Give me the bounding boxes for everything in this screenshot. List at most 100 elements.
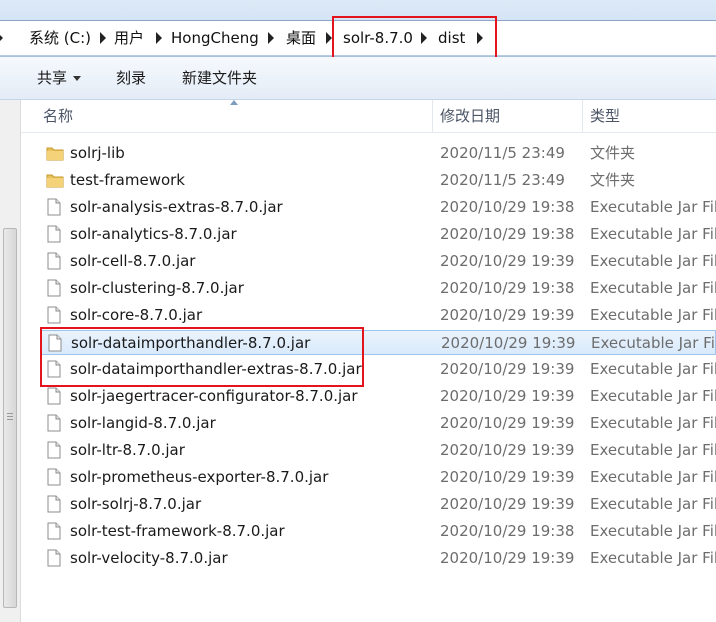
file-modified-date: 2020/10/29 19:39 xyxy=(440,495,575,513)
file-name: solr-analytics-8.7.0.jar xyxy=(70,225,237,243)
file-modified-date: 2020/10/29 19:39 xyxy=(440,360,575,378)
file-row[interactable]: solr-analysis-extras-8.7.0.jar 2020/10/29… xyxy=(40,195,716,220)
column-header-date[interactable]: 修改日期 xyxy=(440,100,500,132)
breadcrumb-item-users[interactable]: 用户 xyxy=(114,21,144,55)
file-row[interactable]: solr-cell-8.7.0.jar 2020/10/29 19:39 Execu… xyxy=(40,249,716,274)
file-row[interactable]: solr-ltr-8.7.0.jar 2020/10/29 19:39 Execut… xyxy=(40,438,716,463)
jar-file-icon xyxy=(46,225,62,243)
file-type: Executable Jar File xyxy=(590,306,716,324)
file-name: solr-core-8.7.0.jar xyxy=(70,306,203,324)
grip-line xyxy=(7,416,13,417)
file-type: Executable Jar File xyxy=(591,334,716,352)
burn-button[interactable]: 刻录 xyxy=(116,57,146,99)
file-modified-date: 2020/10/29 19:38 xyxy=(440,279,575,297)
file-type: Executable Jar File xyxy=(590,549,716,567)
breadcrumb-separator-icon[interactable] xyxy=(100,32,106,44)
jar-file-icon xyxy=(46,522,62,540)
highlight-box-path xyxy=(332,16,497,62)
file-name: solr-velocity-8.7.0.jar xyxy=(70,549,228,567)
file-modified-date: 2020/11/5 23:49 xyxy=(440,171,565,189)
folder-icon xyxy=(46,144,64,162)
file-name: solr-langid-8.7.0.jar xyxy=(70,414,216,432)
file-row[interactable]: solr-velocity-8.7.0.jar 2020/10/29 19:39 E… xyxy=(40,546,716,571)
jar-file-icon xyxy=(46,252,62,270)
file-modified-date: 2020/10/29 19:39 xyxy=(441,334,576,352)
file-modified-date: 2020/10/29 19:38 xyxy=(440,198,575,216)
file-row[interactable]: solr-clustering-8.7.0.jar 2020/10/29 19:3… xyxy=(40,276,716,301)
file-name: solr-analysis-extras-8.7.0.jar xyxy=(70,198,283,216)
new-folder-button[interactable]: 新建文件夹 xyxy=(182,57,257,99)
file-name: solr-cell-8.7.0.jar xyxy=(70,252,196,270)
column-divider[interactable] xyxy=(582,100,583,132)
scrollbar-thumb[interactable] xyxy=(3,228,17,608)
file-type: Executable Jar File xyxy=(590,495,716,513)
jar-file-icon xyxy=(46,414,62,432)
file-modified-date: 2020/10/29 19:39 xyxy=(440,468,575,486)
column-header-type[interactable]: 类型 xyxy=(590,100,620,132)
file-modified-date: 2020/10/29 19:39 xyxy=(440,252,575,270)
file-modified-date: 2020/10/29 19:39 xyxy=(440,549,575,567)
breadcrumb-item-user[interactable]: HongCheng xyxy=(171,21,259,55)
jar-file-icon xyxy=(46,441,62,459)
file-row[interactable]: solr-solrj-8.7.0.jar 2020/10/29 19:39 Exec… xyxy=(40,492,716,517)
grip-line xyxy=(7,419,13,420)
file-type: Executable Jar File xyxy=(590,198,716,216)
folder-icon xyxy=(46,171,64,189)
file-row[interactable]: solr-test-framework-8.7.0.jar 2020/10/29 … xyxy=(40,519,716,544)
breadcrumb-separator-icon[interactable] xyxy=(156,32,162,44)
file-modified-date: 2020/10/29 19:39 xyxy=(440,441,575,459)
file-type: Executable Jar File xyxy=(590,441,716,459)
file-type: Executable Jar File xyxy=(590,225,716,243)
breadcrumb-item-drive[interactable]: 系统 (C:) xyxy=(29,21,91,55)
file-name: solr-ltr-8.7.0.jar xyxy=(70,441,185,459)
file-name: solr-prometheus-exporter-8.7.0.jar xyxy=(70,468,329,486)
file-modified-date: 2020/10/29 19:39 xyxy=(440,414,575,432)
file-name: solr-jaegertracer-configurator-8.7.0.jar xyxy=(70,387,358,405)
jar-file-icon xyxy=(46,495,62,513)
file-type: Executable Jar File xyxy=(590,522,716,540)
file-row[interactable]: solr-jaegertracer-configurator-8.7.0.jar… xyxy=(40,384,716,409)
column-divider[interactable] xyxy=(432,100,433,132)
chevron-down-icon xyxy=(73,76,82,81)
file-type: 文件夹 xyxy=(590,144,636,162)
file-row[interactable]: solr-core-8.7.0.jar 2020/10/29 19:39 Execu… xyxy=(40,303,716,328)
file-modified-date: 2020/10/29 19:39 xyxy=(440,306,575,324)
highlight-box-files xyxy=(40,327,364,387)
file-type: 文件夹 xyxy=(590,171,636,189)
jar-file-icon xyxy=(46,468,62,486)
file-row[interactable]: solr-prometheus-exporter-8.7.0.jar 2020/1… xyxy=(40,465,716,490)
jar-file-icon xyxy=(46,198,62,216)
jar-file-icon xyxy=(46,306,62,324)
file-type: Executable Jar File xyxy=(590,360,716,378)
file-row[interactable]: solr-langid-8.7.0.jar 2020/10/29 19:39 Exe… xyxy=(40,411,716,436)
file-type: Executable Jar File xyxy=(590,468,716,486)
breadcrumb-separator-icon[interactable] xyxy=(268,32,274,44)
file-type: Executable Jar File xyxy=(590,387,716,405)
sort-ascending-icon xyxy=(230,100,238,105)
file-name: solr-test-framework-8.7.0.jar xyxy=(70,522,285,540)
folder-row[interactable]: test-framework 2020/11/5 23:49 文件夹 xyxy=(40,168,716,193)
file-type: Executable Jar File xyxy=(590,252,716,270)
share-button[interactable]: 共享 xyxy=(37,57,82,99)
share-label: 共享 xyxy=(37,69,68,87)
command-toolbar: 共享 刻录 新建文件夹 xyxy=(0,57,716,100)
folder-row[interactable]: solrj-lib 2020/11/5 23:49 文件夹 xyxy=(40,141,716,166)
grip-line xyxy=(7,413,13,414)
column-header-name[interactable]: 名称 xyxy=(43,100,73,132)
file-modified-date: 2020/10/29 19:38 xyxy=(440,522,575,540)
jar-file-icon xyxy=(46,279,62,297)
jar-file-icon xyxy=(46,387,62,405)
file-type: Executable Jar File xyxy=(590,414,716,432)
file-name: solrj-lib xyxy=(70,144,125,162)
file-modified-date: 2020/11/5 23:49 xyxy=(440,144,565,162)
file-modified-date: 2020/10/29 19:38 xyxy=(440,225,575,243)
file-name: test-framework xyxy=(70,171,185,189)
file-modified-date: 2020/10/29 19:39 xyxy=(440,387,575,405)
breadcrumb-separator-icon[interactable] xyxy=(0,32,3,44)
navigation-pane-scrollbar[interactable] xyxy=(0,100,21,622)
file-name: solr-clustering-8.7.0.jar xyxy=(70,279,244,297)
breadcrumb-item-desktop[interactable]: 桌面 xyxy=(286,21,316,55)
file-type: Executable Jar File xyxy=(590,279,716,297)
column-header: 名称 修改日期 类型 xyxy=(21,100,716,133)
file-row[interactable]: solr-analytics-8.7.0.jar 2020/10/29 19:38… xyxy=(40,222,716,247)
